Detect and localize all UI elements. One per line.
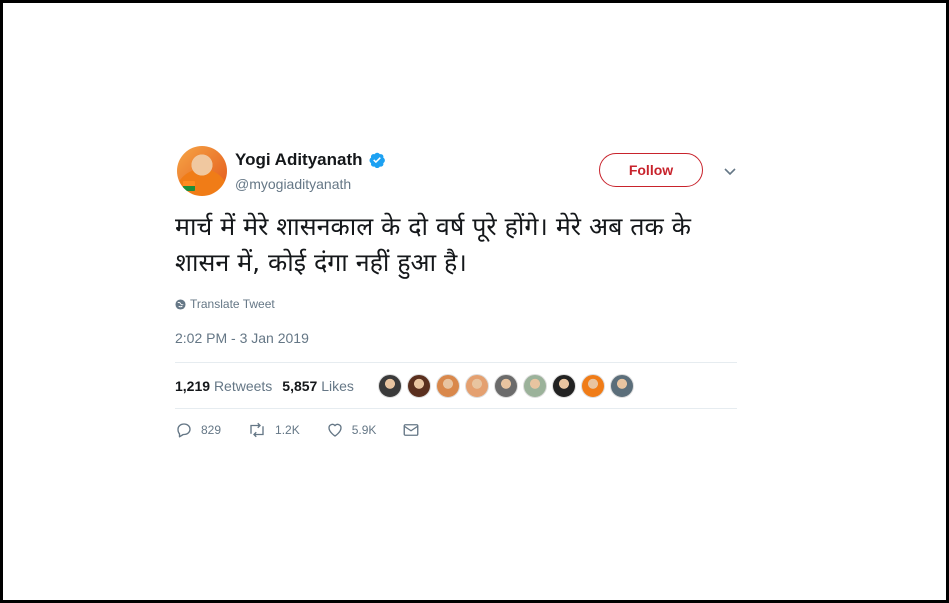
verified-badge-icon (368, 151, 386, 169)
like-count: 5.9K (351, 423, 377, 437)
retweets-count: 1,219 (175, 377, 211, 394)
liker-avatar-6[interactable] (522, 373, 547, 398)
reply-button[interactable]: 829 (175, 421, 221, 439)
likes-label: Likes (321, 377, 354, 394)
tweet-header: Yogi Adityanath @myogiadityanath Follow (175, 143, 740, 199)
reply-count: 829 (201, 423, 222, 437)
retweets-stat[interactable]: 1,219 Retweets (175, 378, 272, 394)
reply-icon (177, 423, 191, 438)
like-button[interactable]: 5.9K (326, 421, 377, 439)
liker-avatar-8[interactable] (580, 373, 605, 398)
translate-label: Translate Tweet (190, 297, 275, 311)
user-handle[interactable]: @myogiadityanath (235, 176, 351, 192)
follow-button[interactable]: Follow (599, 153, 703, 187)
tweet-timestamp[interactable]: 2:02 PM - 3 Jan 2019 (175, 330, 740, 346)
party-flag-icon (183, 181, 195, 191)
liker-avatar-7[interactable] (551, 373, 576, 398)
engagement-stats: 1,219 Retweets 5,857 Likes (175, 362, 737, 409)
liker-avatar-4[interactable] (464, 373, 489, 398)
retweet-button[interactable]: 1.2K (247, 421, 300, 439)
retweets-label: Retweets (213, 377, 273, 394)
likes-stat[interactable]: 5,857 Likes (282, 378, 354, 394)
liker-avatar-1[interactable] (377, 373, 402, 398)
globe-icon (175, 298, 186, 310)
retweet-count: 1.2K (275, 423, 300, 437)
liker-avatar-5[interactable] (493, 373, 518, 398)
tweet-card: Yogi Adityanath @myogiadityanath Follow … (175, 143, 740, 439)
liker-avatar-9[interactable] (609, 373, 634, 398)
liker-avatars (377, 373, 639, 398)
tweet-actions: 829 1.2K 5.9K (175, 421, 740, 439)
translate-tweet-link[interactable]: Translate Tweet (175, 297, 740, 311)
user-avatar[interactable] (177, 146, 227, 196)
chevron-down-icon[interactable] (723, 164, 737, 178)
direct-message-button[interactable] (402, 422, 428, 438)
envelope-icon (403, 424, 419, 436)
liker-avatar-3[interactable] (435, 373, 460, 398)
likes-count: 5,857 (282, 377, 318, 394)
screenshot-frame: Yogi Adityanath @myogiadityanath Follow … (0, 0, 949, 603)
name-row: Yogi Adityanath (235, 150, 386, 170)
heart-icon (328, 423, 342, 437)
tweet-text: मार्च में मेरे शासनकाल के दो वर्ष पूरे ह… (175, 212, 691, 277)
display-name[interactable]: Yogi Adityanath (235, 150, 363, 170)
retweet-icon (250, 422, 264, 438)
liker-avatar-2[interactable] (406, 373, 431, 398)
